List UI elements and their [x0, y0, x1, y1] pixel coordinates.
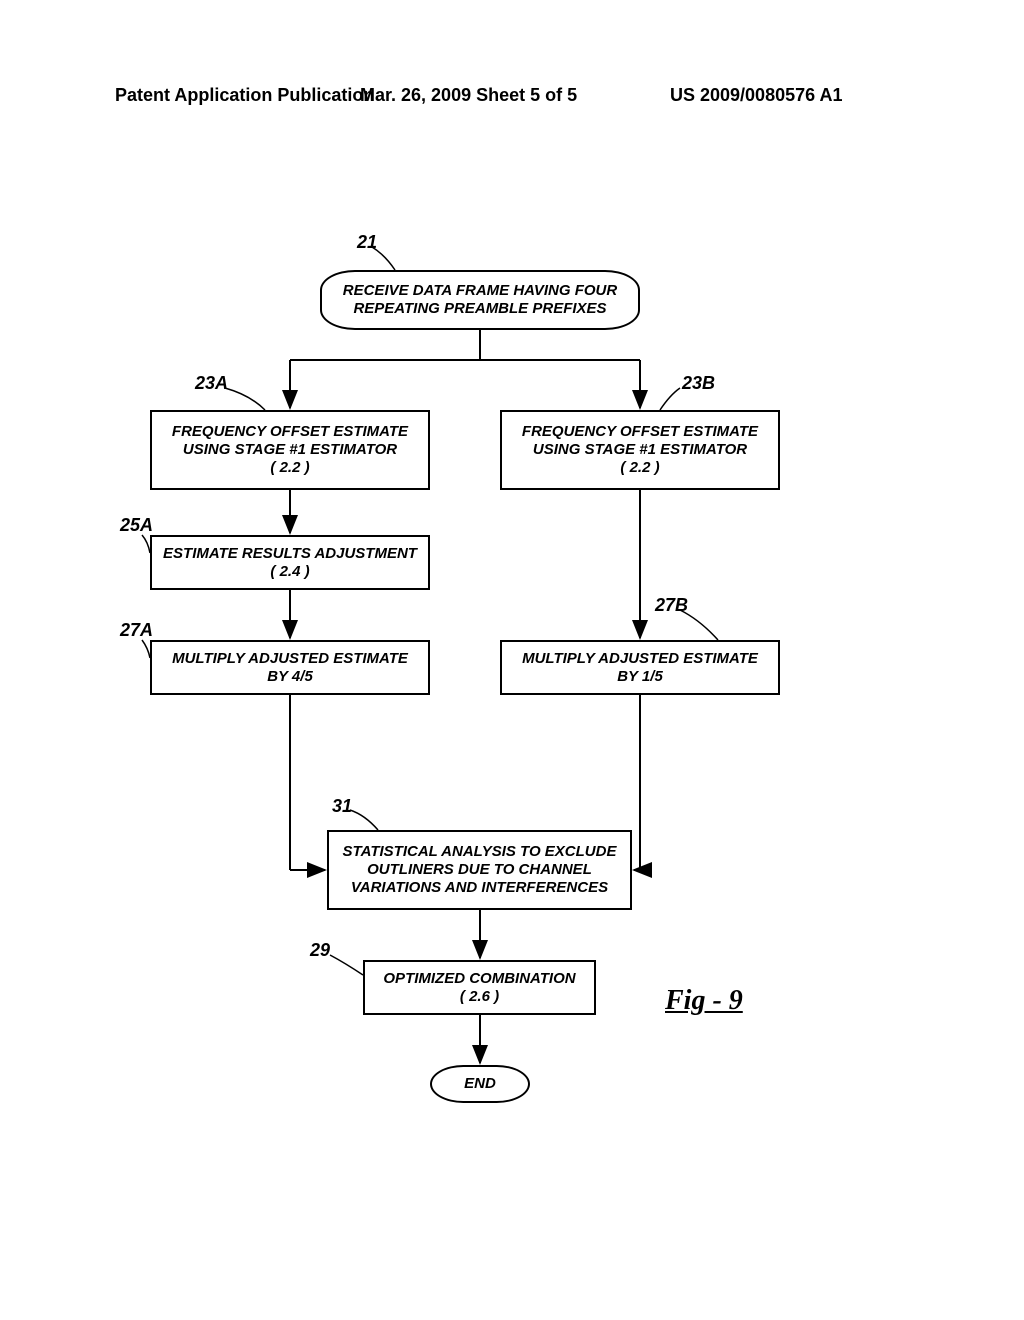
n29-line1: OPTIMIZED COMBINATION [383, 970, 575, 988]
n23A-line2: USING STAGE #1 ESTIMATOR [183, 441, 397, 459]
n25A-line1: ESTIMATE RESULTS ADJUSTMENT [163, 545, 417, 563]
n31-line2: OUTLINERS DUE TO CHANNEL [367, 861, 592, 879]
ref-27A: 27A [120, 620, 153, 641]
ref-27B: 27B [655, 595, 688, 616]
n25A-line2: ( 2.4 ) [270, 563, 309, 581]
n31-line3: VARIATIONS AND INTERFERENCES [351, 879, 608, 897]
n29-line2: ( 2.6 ) [460, 988, 499, 1006]
header-mid: Mar. 26, 2009 Sheet 5 of 5 [360, 85, 577, 106]
ref-25A: 25A [120, 515, 153, 536]
end-terminal: END [430, 1065, 530, 1103]
ref-31: 31 [332, 796, 352, 817]
box-23A: FREQUENCY OFFSET ESTIMATE USING STAGE #1… [150, 410, 430, 490]
n27B-line1: MULTIPLY ADJUSTED ESTIMATE [522, 650, 758, 668]
n27A-line2: BY 4/5 [267, 668, 313, 686]
ref-23A: 23A [195, 373, 228, 394]
start-terminal: RECEIVE DATA FRAME HAVING FOUR REPEATING… [320, 270, 640, 330]
n23A-line1: FREQUENCY OFFSET ESTIMATE [172, 423, 408, 441]
n27A-line1: MULTIPLY ADJUSTED ESTIMATE [172, 650, 408, 668]
n23A-line3: ( 2.2 ) [270, 459, 309, 477]
box-27B: MULTIPLY ADJUSTED ESTIMATE BY 1/5 [500, 640, 780, 695]
n27B-line2: BY 1/5 [617, 668, 663, 686]
header-right: US 2009/0080576 A1 [670, 85, 842, 106]
end-line1: END [464, 1075, 496, 1093]
box-25A: ESTIMATE RESULTS ADJUSTMENT ( 2.4 ) [150, 535, 430, 590]
start-line1: RECEIVE DATA FRAME HAVING FOUR [343, 282, 617, 300]
n31-line1: STATISTICAL ANALYSIS TO EXCLUDE [343, 843, 617, 861]
n23B-line2: USING STAGE #1 ESTIMATOR [533, 441, 747, 459]
box-31: STATISTICAL ANALYSIS TO EXCLUDE OUTLINER… [327, 830, 632, 910]
page: Patent Application Publication Mar. 26, … [0, 0, 1024, 1320]
start-line2: REPEATING PREAMBLE PREFIXES [353, 300, 606, 318]
ref-21: 21 [357, 232, 377, 253]
figure-label: Fig - 9 [665, 985, 743, 1017]
box-27A: MULTIPLY ADJUSTED ESTIMATE BY 4/5 [150, 640, 430, 695]
box-29: OPTIMIZED COMBINATION ( 2.6 ) [363, 960, 596, 1015]
ref-23B: 23B [682, 373, 715, 394]
ref-29: 29 [310, 940, 330, 961]
n23B-line3: ( 2.2 ) [620, 459, 659, 477]
box-23B: FREQUENCY OFFSET ESTIMATE USING STAGE #1… [500, 410, 780, 490]
header-left: Patent Application Publication [115, 85, 374, 106]
n23B-line1: FREQUENCY OFFSET ESTIMATE [522, 423, 758, 441]
